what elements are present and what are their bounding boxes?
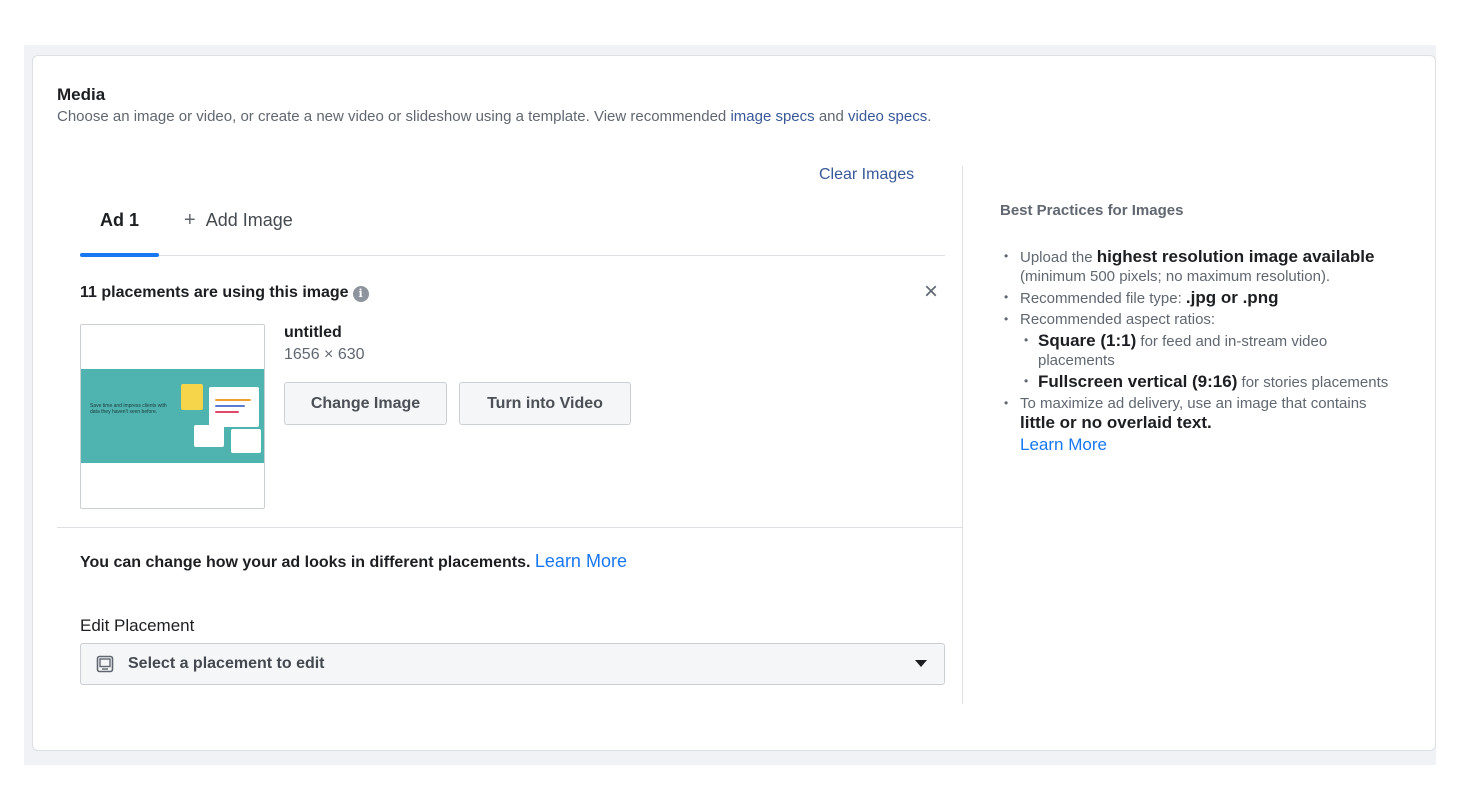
close-icon[interactable]: ×	[919, 280, 943, 304]
bp-bold: Square (1:1)	[1038, 331, 1137, 350]
plus-icon: +	[184, 209, 196, 231]
thumbnail-card-small	[194, 425, 224, 447]
bp-bold: little or no overlaid text.	[1020, 413, 1212, 432]
bp-bold: highest resolution image available	[1096, 247, 1375, 266]
bp-text: Upload the	[1020, 249, 1097, 266]
monitor-icon	[96, 655, 114, 673]
best-practices-learn-more-link[interactable]: Learn More	[1020, 435, 1400, 454]
list-item: Square (1:1) for feed and in-stream vide…	[1020, 331, 1400, 370]
bp-text: Recommended aspect ratios:	[1020, 311, 1216, 328]
list-item: Fullscreen vertical (9:16) for stories p…	[1020, 372, 1400, 392]
thumbnail-text: Save time and impress clients with data …	[90, 403, 167, 415]
media-desc-prefix: Choose an image or video, or create a ne…	[57, 108, 731, 125]
placements-text: 11 placements are using this image	[80, 284, 349, 301]
change-image-button[interactable]: Change Image	[284, 382, 447, 425]
bp-text: To maximize ad delivery, use an image th…	[1020, 395, 1367, 412]
thumbnail-chart-line	[215, 405, 245, 407]
ad-tabs: Ad 1 + Add Image	[80, 206, 945, 257]
bp-text: for stories placements	[1237, 374, 1389, 391]
thumbnail-card-yellow	[181, 384, 203, 410]
image-specs-link[interactable]: image specs	[730, 108, 814, 125]
list-item: Recommended aspect ratios: Square (1:1) …	[1000, 310, 1400, 392]
chevron-down-icon	[915, 660, 927, 667]
bp-text: Recommended file type:	[1020, 290, 1186, 307]
edit-placement-label: Edit Placement	[80, 616, 195, 635]
thumbnail-chart-line	[215, 399, 251, 401]
bp-bold: Fullscreen vertical (9:16)	[1038, 372, 1238, 391]
turn-into-video-button[interactable]: Turn into Video	[459, 382, 631, 425]
video-specs-link[interactable]: video specs	[848, 108, 927, 125]
placement-change-text: You can change how your ad looks in diff…	[80, 554, 531, 571]
placement-select[interactable]: Select a placement to edit	[80, 643, 945, 685]
media-editor: Clear Images Ad 1 + Add Image 11 placemen…	[57, 166, 963, 746]
list-item: To maximize ad delivery, use an image th…	[1000, 394, 1400, 454]
media-card: Media Choose an image or video, or creat…	[32, 55, 1436, 751]
list-item: Upload the highest resolution image avai…	[1000, 247, 1400, 286]
placement-change-note: You can change how your ad looks in diff…	[80, 551, 627, 572]
placement-select-value: Select a placement to edit	[128, 655, 325, 672]
media-desc-suffix: .	[927, 108, 932, 125]
placements-count: 11 placements are using this image i	[80, 284, 369, 302]
tab-ad-1[interactable]: Ad 1	[80, 206, 159, 257]
media-description: Choose an image or video, or create a ne…	[57, 108, 931, 125]
image-thumbnail[interactable]: Save time and impress clients with data …	[80, 324, 265, 509]
bp-text: (minimum 500 pixels; no maximum resoluti…	[1020, 268, 1331, 285]
media-title: Media	[57, 85, 106, 104]
info-icon[interactable]: i	[352, 286, 369, 302]
bp-bold: .jpg or .png	[1185, 288, 1279, 307]
add-image-tab[interactable]: + Add Image	[184, 206, 293, 246]
section-divider	[57, 527, 963, 528]
media-desc-and: and	[814, 108, 849, 125]
best-practices-panel: Best Practices for Images Upload the hig…	[1000, 202, 1400, 456]
list-item: Recommended file type: .jpg or .png	[1000, 288, 1400, 308]
best-practices-title: Best Practices for Images	[1000, 202, 1184, 219]
aspect-ratio-list: Square (1:1) for feed and in-stream vide…	[1020, 331, 1400, 392]
best-practices-list: Upload the highest resolution image avai…	[1000, 247, 1400, 454]
clear-images-link[interactable]: Clear Images	[819, 166, 914, 184]
thumbnail-card-small	[231, 429, 261, 453]
add-image-label: Add Image	[205, 210, 293, 230]
image-dimensions: 1656 × 630	[284, 346, 365, 363]
column-divider	[962, 166, 963, 704]
thumbnail-chart-line	[215, 411, 239, 413]
thumbnail-card-main	[209, 387, 259, 427]
image-name: untitled	[284, 324, 342, 341]
learn-more-link[interactable]: Learn More	[535, 551, 627, 571]
